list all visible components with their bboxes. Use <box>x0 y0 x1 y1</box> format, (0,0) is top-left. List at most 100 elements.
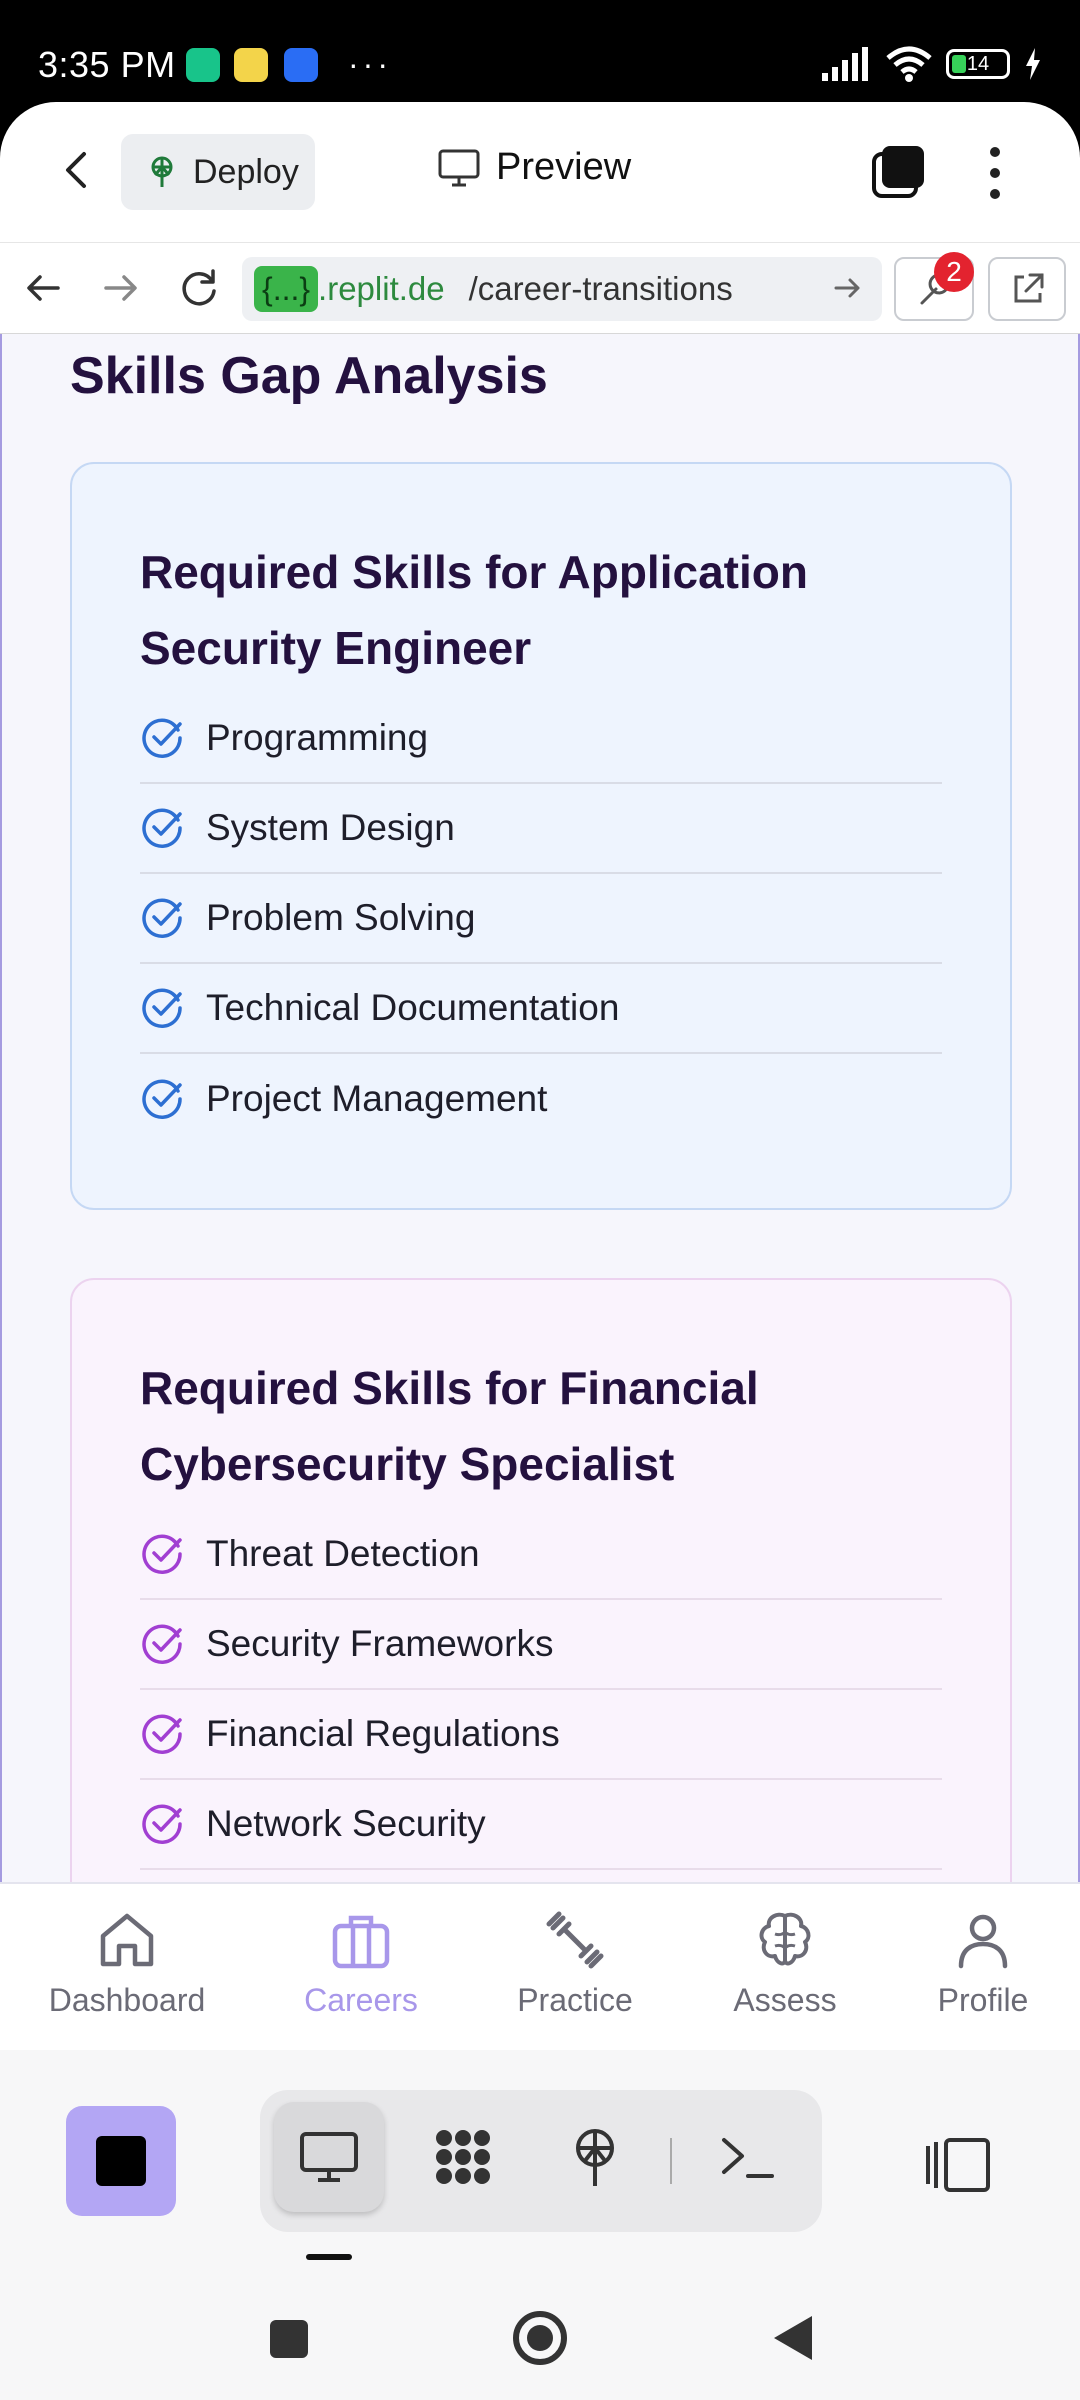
toolbar-divider <box>670 2138 672 2184</box>
nav-item-careers[interactable]: Careers <box>266 1908 456 2019</box>
skill-label: Financial Regulations <box>206 1713 560 1754</box>
briefcase-icon <box>332 1915 390 1969</box>
bottom-nav: Dashboard Careers Practice Assess Profil… <box>0 1882 1080 2050</box>
console-button[interactable] <box>692 2102 802 2212</box>
app-header: Deploy Preview <box>0 102 1080 242</box>
check-circle-icon <box>142 1624 182 1664</box>
check-circle-icon <box>142 1804 182 1844</box>
recents-icon <box>270 2320 308 2358</box>
charging-icon <box>1026 48 1040 80</box>
preview-title-text: Preview <box>496 146 632 188</box>
nav-item-profile[interactable]: Profile <box>888 1908 1078 2019</box>
skill-label: System Design <box>206 807 455 848</box>
system-nav-bar <box>0 2280 1080 2400</box>
card-title: Required Skills for Financial Cybersecur… <box>140 1362 759 1490</box>
check-circle-icon <box>142 988 182 1028</box>
back-arrow-icon[interactable] <box>56 148 100 192</box>
skill-list: Programming System Design Problem Solvin… <box>140 694 942 1144</box>
reload-icon[interactable] <box>178 267 220 309</box>
nav-label: Practice <box>517 1982 633 2018</box>
skills-card-financial-cybersecurity: Required Skills for Financial Cybersecur… <box>70 1278 1012 1882</box>
check-circle-icon <box>142 808 182 848</box>
replit-toolbar <box>0 2050 1080 2280</box>
signal-icon <box>822 47 868 81</box>
view-switcher <box>260 2090 822 2232</box>
home-icon <box>100 1913 154 1967</box>
nav-label: Assess <box>733 1982 837 2018</box>
user-icon <box>958 1914 1008 1969</box>
dumbbell-icon <box>546 1911 604 1969</box>
skill-item: Technical Documentation <box>140 964 942 1054</box>
status-indicators: 14 <box>822 46 1042 82</box>
split-view-icon[interactable] <box>924 2134 994 2196</box>
devtools-count-badge: 2 <box>934 252 974 292</box>
nav-label: Careers <box>304 1982 418 2018</box>
url-badge: {...} <box>254 266 319 312</box>
browser-forward-icon[interactable] <box>100 267 142 309</box>
skill-item: Project Management <box>140 1054 942 1144</box>
nav-item-practice[interactable]: Practice <box>480 1908 670 2019</box>
url-host: .replit.de <box>318 270 445 307</box>
status-bar: 3:35 PM ··· 14 <box>0 0 1080 102</box>
deploy-button[interactable]: Deploy <box>121 134 315 210</box>
external-link-icon <box>1014 273 1044 303</box>
monitor-icon <box>300 2132 358 2182</box>
recents-button[interactable] <box>258 2308 318 2368</box>
nav-item-assess[interactable]: Assess <box>690 1908 880 2019</box>
monitor-icon <box>438 149 480 186</box>
url-path: /career-transitions <box>468 270 733 307</box>
back-triangle-icon <box>774 2316 812 2360</box>
skill-label: Problem Solving <box>206 897 476 938</box>
shield-app-icon <box>186 48 220 82</box>
url-bar[interactable]: {...} .replit.de /career-transitions <box>242 257 882 321</box>
deploy-label: Deploy <box>193 152 299 191</box>
battery-indicator: 14 <box>946 49 1010 79</box>
preview-view-button[interactable] <box>274 2102 384 2212</box>
skill-item: Network Security <box>140 1780 942 1870</box>
browser-back-icon[interactable] <box>22 267 64 309</box>
home-button[interactable] <box>510 2308 570 2368</box>
system-back-button[interactable] <box>764 2308 824 2368</box>
nav-label: Profile <box>937 1982 1029 2018</box>
more-options-icon[interactable] <box>980 146 1010 200</box>
deployments-button[interactable] <box>540 2102 650 2212</box>
skill-item: Programming <box>140 694 942 784</box>
check-circle-icon <box>142 718 182 758</box>
check-circle-icon <box>142 898 182 938</box>
preview-title: Preview <box>438 146 631 189</box>
deploy-icon <box>151 156 173 187</box>
check-circle-icon <box>142 1714 182 1754</box>
browser-bar: {...} .replit.de /career-transitions <box>0 242 1080 334</box>
phone-app-icon <box>284 48 318 82</box>
home-circle-icon <box>513 2311 567 2365</box>
skill-item: Financial Regulations <box>140 1690 942 1780</box>
active-view-indicator <box>306 2254 352 2260</box>
skill-item: Threat Detection <box>140 1510 942 1600</box>
workflows-button[interactable] <box>408 2102 518 2212</box>
web-content: Skills Gap Analysis Required Skills for … <box>0 334 1080 1882</box>
tabs-icon[interactable] <box>870 144 926 200</box>
translate-app-icon <box>234 48 268 82</box>
skills-card-application-security: Required Skills for Application Security… <box>70 462 1012 1210</box>
skill-label: Programming <box>206 717 429 758</box>
skill-label: Technical Documentation <box>206 987 620 1028</box>
nav-item-dashboard[interactable]: Dashboard <box>32 1908 222 2019</box>
page-title: Skills Gap Analysis <box>70 347 548 405</box>
wifi-icon <box>886 46 932 82</box>
stop-icon <box>96 2136 146 2186</box>
stop-button[interactable] <box>66 2106 176 2216</box>
skill-item: Security Frameworks <box>140 1600 942 1690</box>
check-circle-icon <box>142 1534 182 1574</box>
skill-label: Project Management <box>206 1078 548 1119</box>
url-go-icon[interactable] <box>830 271 864 305</box>
skill-label: Threat Detection <box>206 1533 480 1574</box>
skill-item: Problem Solving <box>140 874 942 964</box>
grid-dots-icon <box>436 2130 490 2184</box>
brain-icon <box>759 1912 811 1966</box>
skill-label: Security Frameworks <box>206 1623 554 1664</box>
more-notifications-icon: ··· <box>348 46 392 82</box>
open-external-button[interactable] <box>988 257 1066 321</box>
card-title: Required Skills for Application Security… <box>140 546 808 674</box>
skill-label: Network Security <box>206 1803 486 1844</box>
check-circle-icon <box>142 1079 182 1119</box>
